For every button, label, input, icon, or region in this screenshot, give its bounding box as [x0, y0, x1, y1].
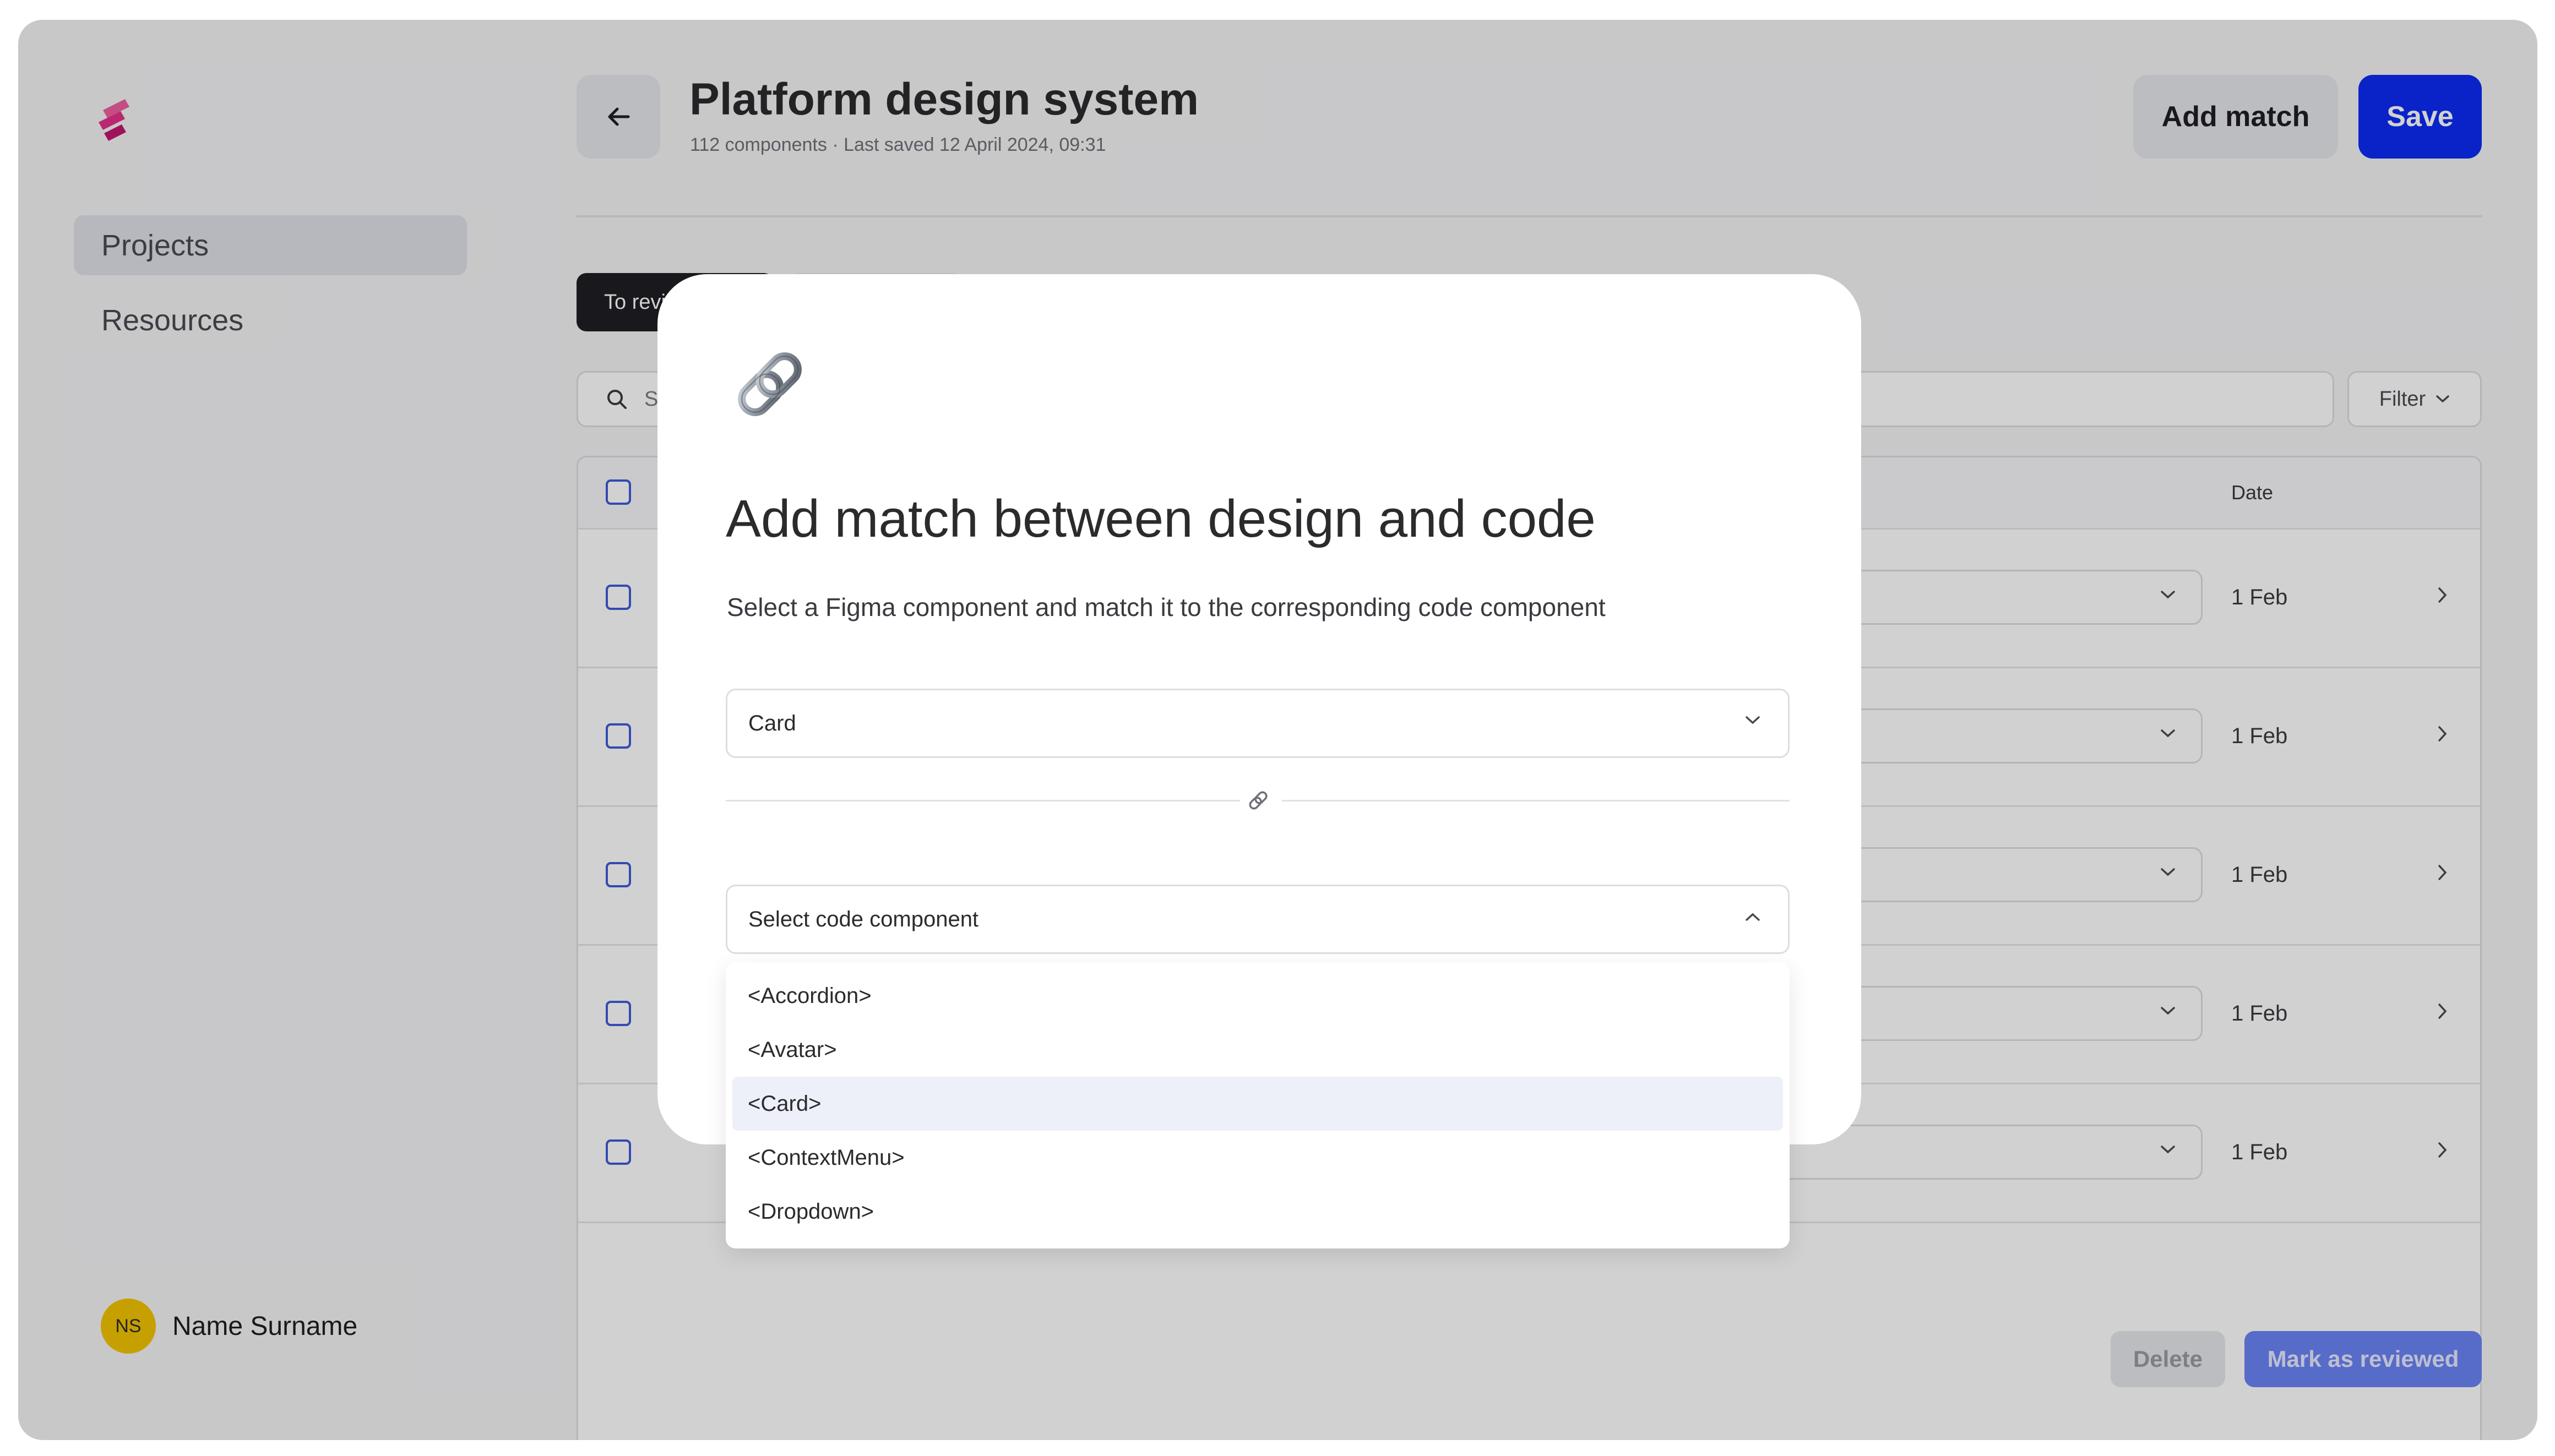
dropdown-option[interactable]: <Card> — [732, 1077, 1783, 1131]
modal-title: Add match between design and code — [726, 489, 1596, 548]
code-component-dropdown: <Accordion> <Avatar> <Card> <ContextMenu… — [726, 962, 1790, 1248]
divider — [1282, 800, 1790, 801]
select-placeholder: Select code component — [748, 907, 979, 931]
chevron-down-icon — [1746, 716, 1760, 724]
link-icon — [1249, 791, 1268, 810]
divider — [726, 800, 1240, 801]
link-icon — [726, 340, 814, 431]
code-component-select[interactable]: Select code component — [726, 885, 1790, 954]
dropdown-option[interactable]: <Accordion> — [732, 969, 1783, 1023]
modal-description: Select a Figma component and match it to… — [727, 593, 1606, 621]
figma-component-select[interactable]: Card — [726, 689, 1790, 758]
select-value: Card — [748, 711, 796, 735]
dropdown-option[interactable]: <Dropdown> — [732, 1185, 1783, 1239]
chevron-up-icon — [1746, 913, 1760, 921]
dropdown-option[interactable]: <Avatar> — [732, 1023, 1783, 1077]
dropdown-option[interactable]: <ContextMenu> — [732, 1131, 1783, 1185]
